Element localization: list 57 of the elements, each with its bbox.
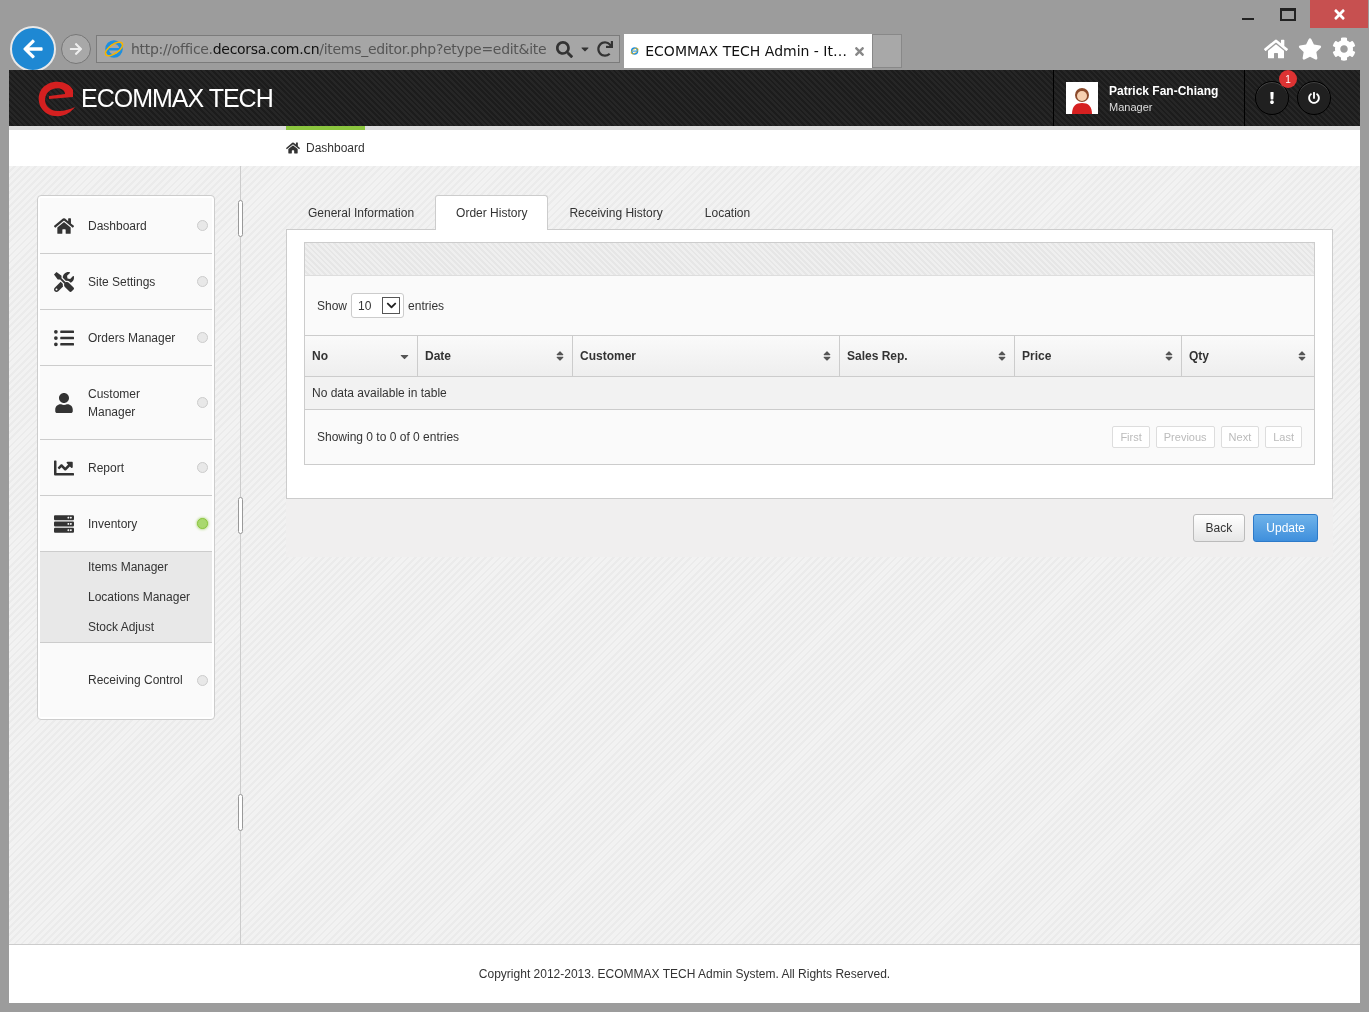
tab[interactable]: Order History (435, 195, 549, 230)
logo-text: ECOMMAX TECH (81, 83, 273, 113)
back-button[interactable] (10, 26, 56, 72)
column-header[interactable]: Customer (573, 336, 840, 376)
stack-icon (52, 512, 76, 535)
splitter-handle[interactable] (238, 497, 243, 534)
refresh-icon[interactable] (597, 41, 613, 57)
tab[interactable]: Receiving History (548, 195, 684, 230)
empty-table-message: No data available in table (305, 377, 1314, 410)
tools-icon (52, 270, 76, 293)
copyright-text: Copyright 2012-2013. ECOMMAX TECH Admin System. All Rights Reserved. (478, 967, 891, 981)
column-header[interactable]: Date (418, 336, 573, 376)
splitter-handle[interactable] (238, 200, 243, 237)
sidebar-item[interactable]: Customer Manager (40, 366, 212, 440)
power-icon (1308, 92, 1320, 104)
alerts-button[interactable] (1255, 81, 1289, 115)
user-icon (52, 391, 76, 414)
sidebar-item[interactable]: Inventory (40, 496, 212, 552)
submenu-item[interactable]: Locations Manager (40, 582, 212, 612)
forward-button[interactable] (61, 34, 91, 64)
tab[interactable]: General Information (287, 195, 436, 230)
page-length-select[interactable]: 10 (351, 293, 405, 318)
splitter-handle[interactable] (238, 794, 243, 831)
settings-icon[interactable] (1332, 37, 1356, 61)
entries-label: entries (408, 298, 445, 313)
user-name: Patrick Fan-Chiang (1109, 83, 1219, 98)
chevron-icon (382, 297, 401, 314)
power-button[interactable] (1297, 81, 1331, 115)
arrow-right-icon (69, 42, 83, 56)
column-header[interactable]: No (305, 336, 418, 376)
home-icon[interactable] (1264, 37, 1288, 61)
notification-badge: 1 (1279, 70, 1297, 88)
submenu-item[interactable]: Stock Adjust (40, 612, 212, 642)
column-header[interactable]: Qty (1182, 336, 1314, 376)
column-header[interactable]: Sales Rep. (840, 336, 1015, 376)
sidebar-item[interactable]: Site Settings (40, 254, 212, 310)
avatar-icon (1066, 82, 1098, 114)
back-button[interactable]: Back (1192, 514, 1246, 542)
sidebar-item[interactable]: Receiving Control (40, 643, 212, 717)
column-header[interactable]: Price (1015, 336, 1182, 376)
sidebar-item[interactable]: Report (40, 440, 212, 496)
browser-logo-icon (103, 38, 125, 60)
table-info: Showing 0 to 0 of 0 entries (317, 430, 460, 444)
star-icon[interactable] (1298, 37, 1322, 61)
close-button[interactable] (1310, 0, 1368, 28)
submenu-item[interactable]: Items Manager (40, 552, 212, 582)
address-bar[interactable]: http://office.decorsa.com.cn/items_editor.php?etype=edit&ite (96, 35, 620, 63)
tab[interactable]: Location (683, 195, 772, 230)
arrow-left-icon (22, 38, 44, 60)
sidebar-item[interactable]: Orders Manager (40, 310, 212, 366)
user-role: Manager (1109, 100, 1154, 113)
home-icon (286, 141, 300, 155)
search-icon[interactable] (556, 40, 573, 58)
show-label: Show (317, 298, 348, 313)
sidebar-item[interactable]: Dashboard (40, 198, 212, 254)
close-tab-icon[interactable] (853, 44, 866, 58)
browser-tab[interactable]: ECOMMAX TECH Admin - It… (624, 34, 872, 68)
